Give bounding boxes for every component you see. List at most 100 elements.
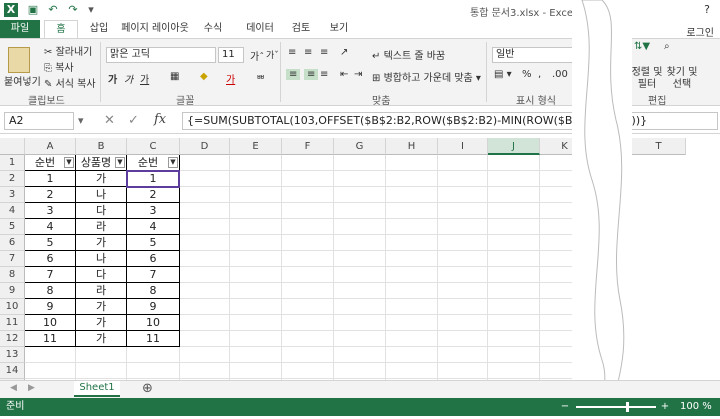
table-cell[interactable]: 2 — [127, 187, 180, 203]
grid-cell[interactable] — [230, 331, 282, 347]
enter-icon[interactable]: ✓ — [128, 113, 139, 128]
paste-icon[interactable] — [8, 47, 30, 73]
sort-filter-icon[interactable]: ⇅▼ — [634, 41, 650, 52]
table-header-cell[interactable]: 순번 ▼ — [127, 155, 180, 171]
tab-review[interactable]: 검토 — [286, 20, 316, 38]
grid-cell[interactable] — [180, 299, 230, 315]
name-box[interactable]: A2 — [4, 112, 74, 130]
orientation-icon[interactable]: ↗ — [340, 47, 348, 58]
underline-icon[interactable]: 가 — [140, 71, 149, 86]
wrap-text-button[interactable]: ↵ 텍스트 줄 바꿈 — [372, 47, 445, 62]
zoom-out-icon[interactable]: − — [560, 398, 570, 416]
table-cell[interactable]: 9 — [127, 299, 180, 315]
grid-cell[interactable] — [180, 251, 230, 267]
grid-cell[interactable] — [386, 203, 438, 219]
find-select-icon[interactable]: ⌕ — [664, 41, 670, 52]
grid-cell[interactable] — [180, 187, 230, 203]
grid-cell[interactable] — [488, 251, 540, 267]
font-name-select[interactable]: 맑은 고딕 — [106, 47, 216, 63]
grid-cell[interactable] — [334, 187, 386, 203]
table-cell[interactable]: 다 — [76, 203, 127, 219]
grid-cell[interactable] — [282, 219, 334, 235]
grid-cell[interactable] — [386, 363, 438, 379]
table-cell[interactable]: 8 — [127, 283, 180, 299]
filter-dropdown-icon[interactable]: ▼ — [115, 157, 125, 168]
table-cell[interactable]: 3 — [127, 203, 180, 219]
fill-color-icon[interactable]: ◆ — [200, 71, 208, 82]
table-cell[interactable]: 1 — [25, 171, 76, 187]
tab-home[interactable]: 홈 — [44, 20, 78, 38]
grid-cell[interactable] — [282, 171, 334, 187]
table-cell[interactable]: 6 — [127, 251, 180, 267]
grid-cell[interactable] — [386, 299, 438, 315]
grid-cell[interactable] — [180, 203, 230, 219]
decrease-indent-icon[interactable]: ⇤ — [340, 69, 348, 80]
zoom-slider-thumb[interactable] — [626, 402, 629, 412]
grid-cell[interactable] — [230, 347, 282, 363]
table-cell[interactable]: 가 — [76, 315, 127, 331]
grid-cell[interactable] — [334, 315, 386, 331]
grid-cell[interactable] — [438, 315, 488, 331]
number-format-select[interactable]: 일반 — [492, 47, 582, 63]
grid-cell[interactable] — [386, 187, 438, 203]
save-icon[interactable]: ▣ — [26, 3, 40, 17]
grid-cell[interactable] — [488, 363, 540, 379]
table-cell[interactable]: 11 — [25, 331, 76, 347]
grid-cell[interactable] — [438, 155, 488, 171]
next-sheet-icon[interactable]: ▶ — [28, 383, 35, 393]
table-cell[interactable]: 라 — [76, 219, 127, 235]
filter-dropdown-icon[interactable]: ▼ — [168, 157, 178, 168]
table-cell[interactable]: 가 — [76, 299, 127, 315]
name-box-dropdown-icon[interactable]: ▾ — [78, 114, 84, 127]
tab-view[interactable]: 보기 — [324, 20, 354, 38]
grid-cell[interactable] — [334, 347, 386, 363]
row-header[interactable]: 9 — [0, 283, 25, 299]
sort-filter-button[interactable]: 정렬 및 필터 — [627, 67, 667, 91]
table-cell[interactable]: 가 — [76, 331, 127, 347]
grid-cell[interactable] — [488, 155, 540, 171]
grid-cell[interactable] — [386, 347, 438, 363]
grid-cell[interactable] — [230, 267, 282, 283]
grid-cell[interactable] — [282, 187, 334, 203]
grow-font-icon[interactable]: 가ˆ — [250, 48, 264, 63]
grid-cell[interactable] — [180, 171, 230, 187]
align-top-icon[interactable]: ≡ — [288, 47, 296, 58]
grid-cell[interactable] — [488, 203, 540, 219]
column-header[interactable]: I — [438, 138, 488, 155]
grid-cell[interactable] — [438, 267, 488, 283]
table-cell[interactable]: 8 — [25, 283, 76, 299]
table-cell[interactable]: 5 — [25, 235, 76, 251]
zoom-in-icon[interactable]: + — [660, 398, 670, 416]
grid-cell[interactable] — [127, 347, 180, 363]
grid-cell[interactable] — [488, 315, 540, 331]
table-cell[interactable]: 11 — [127, 331, 180, 347]
grid-cell[interactable] — [334, 331, 386, 347]
paste-button[interactable]: 붙여넣기 — [4, 73, 41, 88]
grid-cell[interactable] — [488, 331, 540, 347]
grid-cell[interactable] — [334, 363, 386, 379]
grid-cell[interactable] — [438, 219, 488, 235]
grid-cell[interactable] — [334, 203, 386, 219]
grid-cell[interactable] — [334, 267, 386, 283]
grid-cell[interactable] — [76, 347, 127, 363]
column-header[interactable]: G — [334, 138, 386, 155]
grid-cell[interactable] — [334, 235, 386, 251]
grid-cell[interactable] — [282, 347, 334, 363]
table-cell[interactable]: 나 — [76, 251, 127, 267]
accounting-format-icon[interactable]: ▤ ▾ — [494, 69, 512, 80]
table-cell[interactable]: 나 — [76, 187, 127, 203]
grid-cell[interactable] — [282, 235, 334, 251]
grid-cell[interactable] — [180, 363, 230, 379]
grid-cell[interactable] — [438, 347, 488, 363]
column-header[interactable]: T — [632, 138, 686, 155]
comma-style-icon[interactable]: , — [538, 69, 541, 80]
grid-cell[interactable] — [282, 251, 334, 267]
column-header[interactable]: B — [76, 138, 127, 155]
grid-cell[interactable] — [386, 235, 438, 251]
grid-cell[interactable] — [230, 219, 282, 235]
grid-cell[interactable] — [282, 299, 334, 315]
grid-cell[interactable] — [488, 283, 540, 299]
grid-cell[interactable] — [488, 347, 540, 363]
grid-cell[interactable] — [25, 347, 76, 363]
table-cell[interactable]: 10 — [25, 315, 76, 331]
